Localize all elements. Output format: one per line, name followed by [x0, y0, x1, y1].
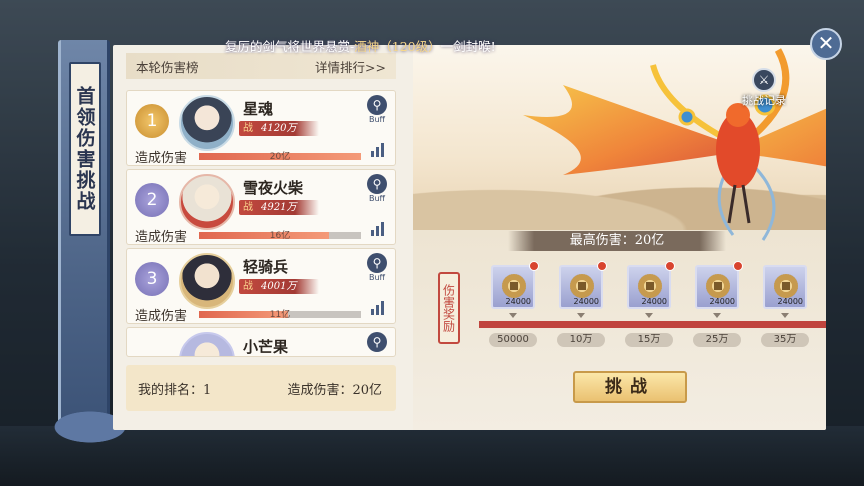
marquee-level: （120级）: [379, 39, 441, 54]
threshold-label: 50000: [489, 333, 537, 347]
power-value: 4921万: [239, 200, 319, 215]
avatar: [179, 332, 235, 356]
buff-label: Buff: [368, 115, 386, 124]
coin-icon: [570, 274, 594, 298]
progress-marker: [781, 313, 789, 318]
reward-item[interactable]: 24000: [559, 261, 607, 309]
reward-item[interactable]: 24000: [627, 261, 675, 309]
buff-button[interactable]: ⚲ Buff: [365, 174, 389, 203]
damage-bar: 20亿: [199, 152, 361, 162]
notification-dot: [733, 261, 743, 271]
threshold-label: 25万: [693, 333, 741, 347]
notification-dot: [597, 261, 607, 271]
challenge-record-button[interactable]: ⚔ 挑战记录: [738, 68, 790, 110]
damage-label: 造成伤害: [135, 230, 188, 245]
buff-button[interactable]: ⚲ Buff: [365, 95, 389, 124]
reward-amount: 24000: [641, 297, 667, 306]
left-banner: 首领伤害挑战: [35, 40, 145, 443]
search-icon: ⚲: [367, 174, 387, 194]
buff-button[interactable]: ⚲: [365, 332, 389, 356]
ranking-title: 本轮伤害榜: [136, 59, 199, 75]
stats-icon[interactable]: [371, 301, 385, 315]
reward-progress-track: [479, 321, 826, 328]
player-name: 轻骑兵: [243, 258, 289, 276]
my-rank-bar: 我的排名：1 造成伤害：20亿: [126, 365, 396, 411]
search-icon: ⚲: [367, 253, 387, 273]
coin-icon: [706, 274, 730, 298]
marquee-boss: 酒神: [354, 39, 380, 54]
buff-button[interactable]: ⚲ Buff: [365, 253, 389, 282]
reward-item[interactable]: 24000: [763, 265, 807, 309]
progress-marker: [713, 313, 721, 318]
threshold-label: 35万: [761, 333, 809, 347]
power-value: 4120万: [239, 121, 319, 136]
player-name: 小芒果: [243, 338, 289, 356]
stats-icon[interactable]: [371, 222, 385, 236]
challenge-record-label: 挑战记录: [742, 94, 786, 107]
buff-label: Buff: [368, 194, 386, 203]
damage-reward-tag: 伤害奖励: [438, 272, 460, 344]
challenge-button[interactable]: 挑战: [573, 371, 687, 403]
avatar: [179, 95, 235, 151]
my-rank-label: 我的排名：1: [138, 382, 212, 398]
reward-amount: 24000: [777, 297, 803, 306]
player-name: 雪夜火柴: [243, 179, 304, 197]
banner-title: 首领伤害挑战: [69, 62, 101, 236]
reward-amount: 24000: [573, 297, 599, 306]
damage-label: 造成伤害: [135, 309, 188, 324]
marquee-suffix: 一剑封喉!: [440, 39, 496, 54]
rank-badge: 3: [135, 262, 169, 296]
progress-marker: [645, 313, 653, 318]
rank-badge: 1: [135, 104, 169, 138]
notification-dot: [529, 261, 539, 271]
damage-value: 11亿: [269, 310, 291, 320]
reward-amount: 24000: [709, 297, 735, 306]
threshold-label: 10万: [557, 333, 605, 347]
damage-value: 16亿: [269, 231, 291, 241]
my-damage-label: 造成伤害：20亿: [287, 382, 382, 398]
reward-amount: 24000: [505, 297, 531, 306]
damage-label: 造成伤害: [135, 151, 188, 166]
damage-bar: 11亿: [199, 310, 361, 320]
ranking-header: 本轮伤害榜 详情排行>>: [126, 53, 396, 79]
notification-dot: [665, 261, 675, 271]
search-icon: ⚲: [367, 95, 387, 115]
rank-badge: 2: [135, 183, 169, 217]
buff-label: Buff: [368, 273, 386, 282]
progress-marker: [577, 313, 585, 318]
detail-ranking-link[interactable]: 详情排行>>: [315, 57, 386, 76]
search-icon: ⚲: [367, 332, 387, 352]
player-name: 星魂: [243, 100, 274, 118]
power-value: 4001万: [239, 279, 319, 294]
sword-icon: ⚔: [752, 68, 776, 92]
marquee-prefix: 复厉的剑气将世界悬赏-: [225, 39, 355, 54]
ranking-row[interactable]: 3 轻骑兵 4001万 造成伤害 11亿 ⚲Buff: [126, 248, 396, 324]
reward-item[interactable]: 24000: [695, 261, 743, 309]
main-panel: 本轮伤害榜 详情排行>> 1 星魂 4120万 造成伤害 20亿 ⚲Buff 2…: [113, 45, 826, 430]
close-button[interactable]: ✕: [810, 28, 842, 60]
threshold-label: 15万: [625, 333, 673, 347]
ranking-row[interactable]: 1 星魂 4120万 造成伤害 20亿 ⚲Buff: [126, 90, 396, 166]
progress-marker: [509, 313, 517, 318]
coin-icon: [502, 274, 526, 298]
max-damage-banner: 最高伤害：20亿: [508, 231, 726, 251]
ranking-row[interactable]: 小芒果 ⚲: [126, 327, 396, 357]
damage-bar: 16亿: [199, 231, 361, 241]
avatar: [179, 253, 235, 309]
ranking-row[interactable]: 2 雪夜火柴 4921万 造成伤害 16亿 ⚲Buff: [126, 169, 396, 245]
announcement-marquee: 复厉的剑气将世界悬赏-酒神（120级）一剑封喉!: [225, 36, 555, 54]
avatar: [179, 174, 235, 230]
coin-icon: [774, 274, 798, 298]
damage-value: 20亿: [269, 152, 291, 162]
reward-item[interactable]: 24000: [491, 261, 539, 309]
stats-icon[interactable]: [371, 143, 385, 157]
coin-icon: [638, 274, 662, 298]
